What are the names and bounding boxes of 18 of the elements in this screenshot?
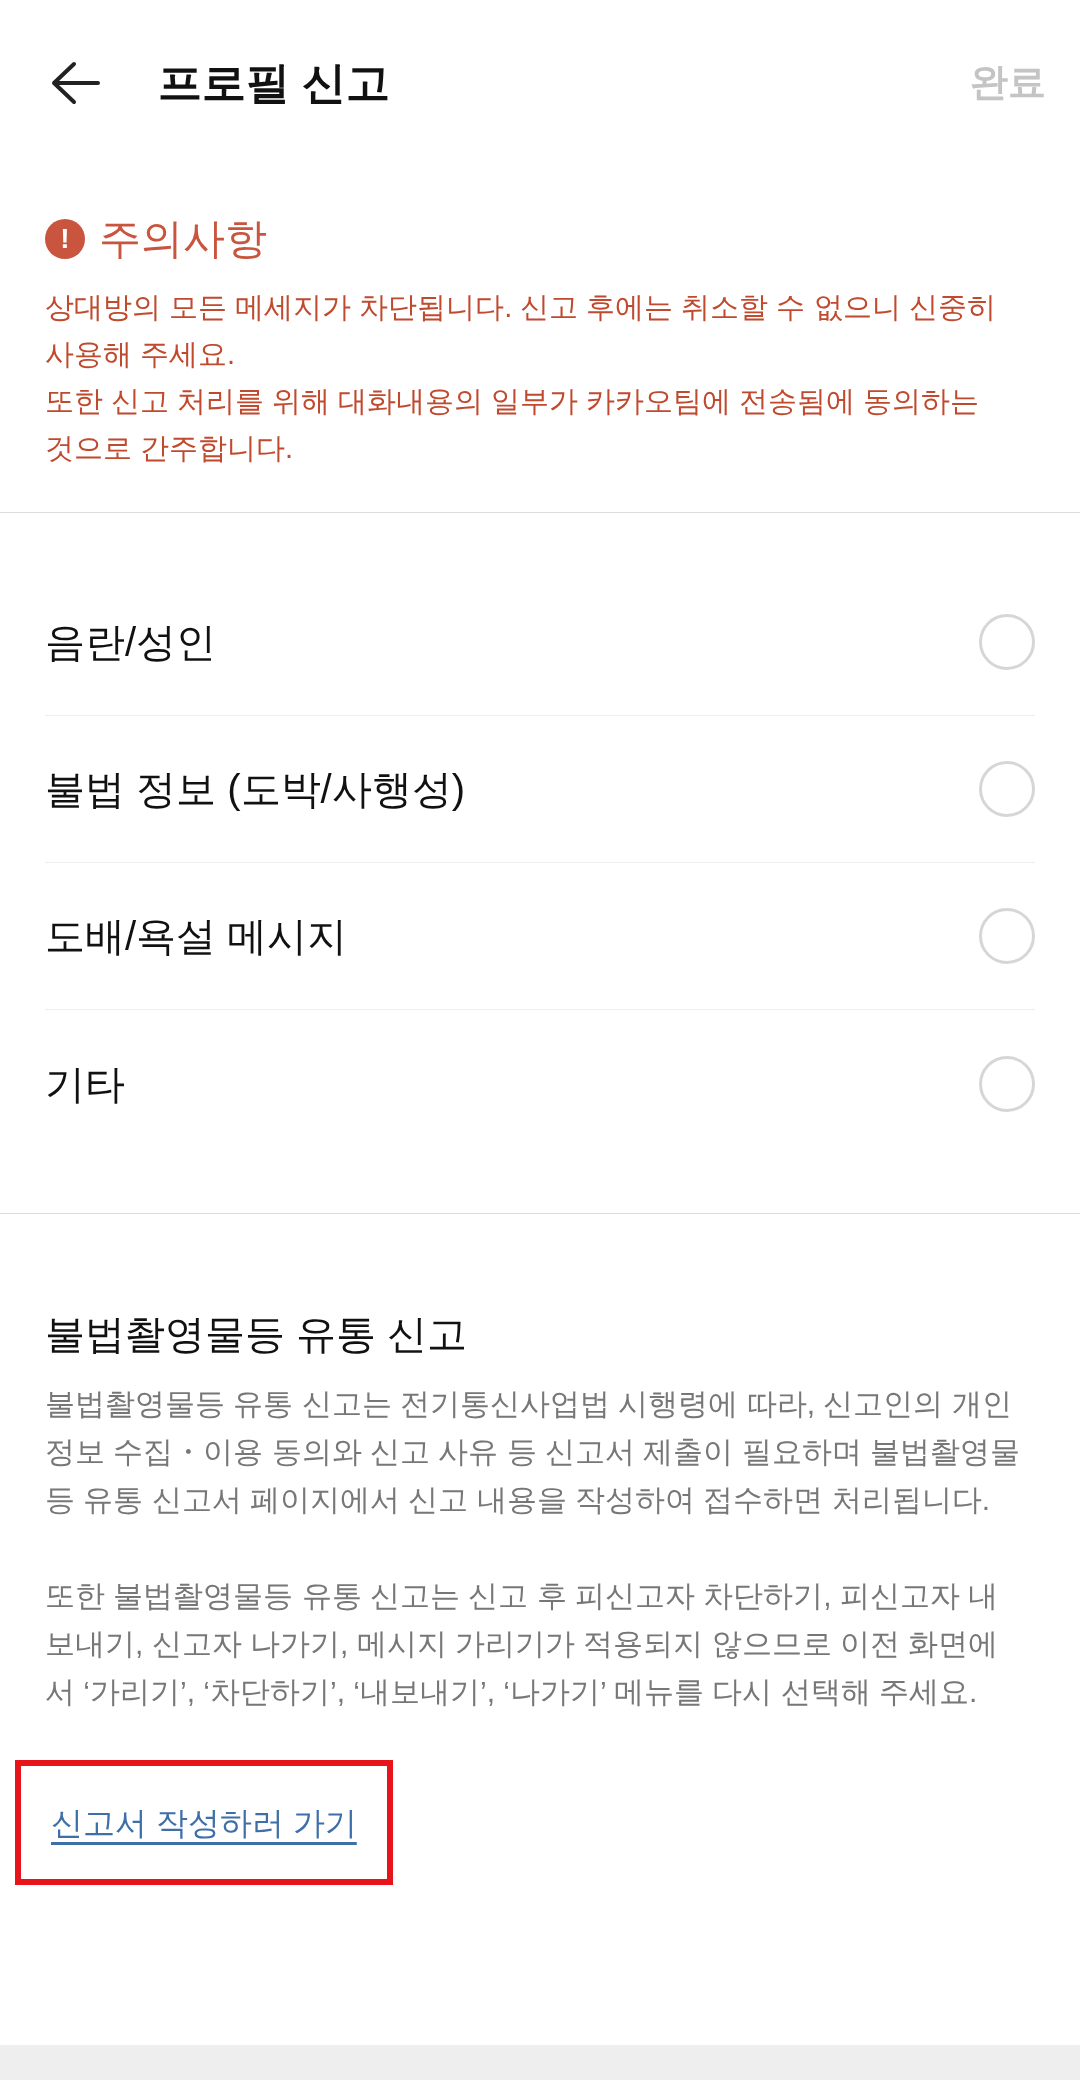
warning-icon: ! xyxy=(45,218,85,259)
notice-text: 또한 신고 처리를 위해 대화내용의 일부가 카카오팀에 전송됨에 동의하는 것으로 간주합니다. xyxy=(45,384,981,466)
report-form-link[interactable]: 신고서 작성하러 가기 xyxy=(51,1798,357,1847)
radio-button[interactable] xyxy=(979,1055,1035,1112)
radio-button[interactable] xyxy=(979,761,1035,817)
option-label: 도배/욕설 메시지 xyxy=(45,913,348,960)
notice-title: 주의사항 xyxy=(99,214,267,264)
back-arrow-icon[interactable] xyxy=(50,60,102,105)
screen-title: 프로필 신고 xyxy=(158,56,391,109)
option-label: 음란/성인 xyxy=(45,619,217,666)
radio-button[interactable] xyxy=(979,614,1035,670)
option-label: 기타 xyxy=(45,1060,125,1108)
section-title: 불법촬영물등 유통 신고 xyxy=(45,1311,469,1358)
notice-text: 상대방의 모든 메세지가 차단됩니다. 신고 후에는 취소할 수 없으니 신중히 사용해 주세요. xyxy=(45,290,997,372)
option-label: 불법 정보 (도박/사행성) xyxy=(45,766,465,813)
radio-button[interactable] xyxy=(979,908,1035,964)
section-paragraph: 또한 불법촬영물등 유통 신고는 신고 후 피신고자 차단하기, 피신고자 내보내기, 신고자 나가기, 메시지 가리기가 적용되지 않으므로 이전 화면에서 ‘가리기’, ‘차단하기’, ‘내보내기’, ‘나가기’ 메뉴를 다시 선택해 주세요. xyxy=(45,1578,1000,1710)
section-paragraph: 불법촬영물등 유통 신고는 전기통신사업법 시행령에 따라, 신고인의 개인정보 수집・이용 동의와 신고 사유 등 신고서 제출이 필요하며 불법촬영물 등 유통 신고서 페이지에서 신고 내용을 작성하여 접수하면 처리됩니다. xyxy=(45,1386,1021,1518)
